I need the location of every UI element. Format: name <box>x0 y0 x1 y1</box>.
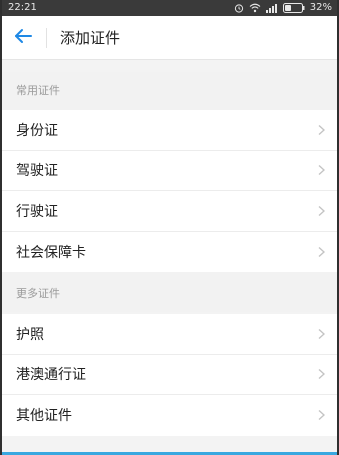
alarm-icon <box>234 3 244 13</box>
list-common-documents: 身份证 驾驶证 行驶证 社会保障卡 <box>2 110 337 272</box>
battery-icon <box>282 3 305 13</box>
list-item-label: 身份证 <box>16 122 58 139</box>
arrow-left-icon <box>14 28 32 48</box>
battery-percentage: 32% <box>309 2 332 13</box>
list-item-label: 港澳通行证 <box>16 367 86 384</box>
list-item-vehicle-license[interactable]: 行驶证 <box>2 191 337 232</box>
status-time: 22:21 <box>8 2 37 13</box>
wifi-icon <box>249 3 261 13</box>
status-bar: 22:21 32% <box>2 0 337 16</box>
status-icons: 32% <box>234 0 332 16</box>
app-frame: 22:21 32% 添加证件 常用证件 身份证 驾驶证 行驶证 社会保障卡 更多… <box>0 0 339 455</box>
section-header-more: 更多证件 <box>2 272 337 312</box>
chevron-right-icon <box>318 410 325 421</box>
back-button[interactable] <box>8 24 38 52</box>
list-item-label: 驾驶证 <box>16 163 58 180</box>
list-item-driver-license[interactable]: 驾驶证 <box>2 151 337 191</box>
chevron-right-icon <box>318 246 325 257</box>
header-divider <box>46 28 47 48</box>
page-title: 添加证件 <box>60 29 121 47</box>
chevron-right-icon <box>318 369 325 380</box>
section-header-common: 常用证件 <box>2 72 337 110</box>
chevron-right-icon <box>318 328 325 339</box>
signal-icon <box>265 3 278 13</box>
list-item-other-documents[interactable]: 其他证件 <box>2 395 337 436</box>
list-item-label: 行驶证 <box>16 203 58 220</box>
list-item-id-card[interactable]: 身份证 <box>2 110 337 151</box>
list-item-passport[interactable]: 护照 <box>2 314 337 355</box>
list-item-label: 社会保障卡 <box>16 244 86 261</box>
list-item-social-security-card[interactable]: 社会保障卡 <box>2 232 337 273</box>
chevron-right-icon <box>318 124 325 135</box>
list-item-hk-macau-permit[interactable]: 港澳通行证 <box>2 355 337 395</box>
list-item-label: 其他证件 <box>16 408 72 425</box>
list-item-label: 护照 <box>16 326 44 343</box>
list-more-documents: 护照 港澳通行证 其他证件 <box>2 314 337 436</box>
top-app-bar: 添加证件 <box>2 16 337 60</box>
chevron-right-icon <box>318 205 325 216</box>
chevron-right-icon <box>318 165 325 176</box>
